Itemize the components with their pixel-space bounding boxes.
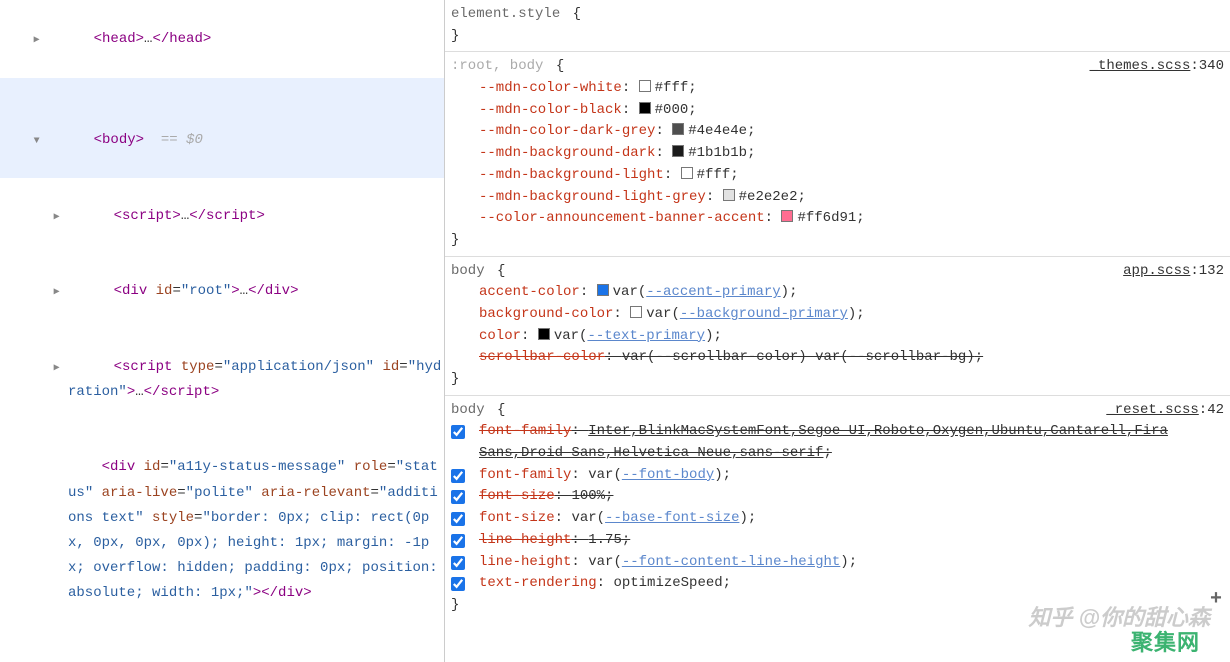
color-swatch-icon[interactable]: [681, 167, 693, 179]
css-declaration[interactable]: font-size: 100%;: [451, 486, 1224, 508]
dom-node-script-hydration[interactable]: ▶<script type="application/json" id="hyd…: [0, 329, 444, 430]
css-declaration[interactable]: --mdn-color-dark-grey: #4e4e4e;: [451, 121, 1224, 143]
color-swatch-icon[interactable]: [597, 284, 609, 296]
css-declaration[interactable]: accent-color: var(--accent-primary);: [451, 282, 1224, 304]
color-swatch-icon[interactable]: [781, 210, 793, 222]
selector[interactable]: body: [451, 402, 485, 418]
style-rule-app[interactable]: body { app.scss:132 accent-color: var(--…: [445, 257, 1230, 396]
css-declaration[interactable]: font-family: Inter,BlinkMacSystemFont,Se…: [451, 421, 1224, 464]
css-declaration[interactable]: font-size: var(--base-font-size);: [451, 508, 1224, 530]
expand-arrow-icon[interactable]: ▶: [82, 32, 94, 50]
selector[interactable]: element.style: [451, 6, 560, 22]
collapse-arrow-icon[interactable]: ▼: [82, 133, 94, 151]
source-link[interactable]: app.scss:132: [1123, 261, 1224, 283]
dom-node-body[interactable]: ⋯ ▼<body> == $0: [0, 78, 444, 179]
dom-node-script[interactable]: ▶<script>…</script>: [0, 178, 444, 254]
selector[interactable]: :root, body: [451, 58, 543, 74]
property-toggle-checkbox[interactable]: [451, 577, 465, 591]
style-rule-themes[interactable]: :root, body { _themes.scss:340 --mdn-col…: [445, 52, 1230, 256]
elements-panel[interactable]: ▶<head>…</head> ⋯ ▼<body> == $0 ▶<script…: [0, 0, 445, 662]
selector[interactable]: body: [451, 263, 485, 279]
add-rule-button[interactable]: +: [1210, 584, 1222, 615]
style-rule-element[interactable]: element.style { }: [445, 0, 1230, 52]
css-declaration[interactable]: text-rendering: optimizeSpeed;: [451, 573, 1224, 595]
color-swatch-icon[interactable]: [639, 102, 651, 114]
styles-panel[interactable]: element.style { } :root, body { _themes.…: [445, 0, 1230, 662]
property-toggle-checkbox[interactable]: [451, 512, 465, 526]
property-toggle-checkbox[interactable]: [451, 556, 465, 570]
source-link[interactable]: _themes.scss:340: [1090, 56, 1224, 78]
dom-node-div-a11y[interactable]: <div id="a11y-status-message" role="stat…: [0, 430, 444, 632]
css-declaration[interactable]: --color-announcement-banner-accent: #ff6…: [451, 208, 1224, 230]
css-declaration[interactable]: --mdn-background-light-grey: #e2e2e2;: [451, 187, 1224, 209]
color-swatch-icon[interactable]: [538, 328, 550, 340]
style-rule-reset[interactable]: body { _reset.scss:42 font-family: Inter…: [445, 396, 1230, 621]
css-declaration[interactable]: --mdn-background-dark: #1b1b1b;: [451, 143, 1224, 165]
expand-arrow-icon[interactable]: ▶: [102, 284, 114, 302]
color-swatch-icon[interactable]: [630, 306, 642, 318]
property-toggle-checkbox[interactable]: [451, 534, 465, 548]
css-declaration[interactable]: line-height: 1.75;: [451, 530, 1224, 552]
expand-arrow-icon[interactable]: ▶: [102, 209, 114, 227]
dom-node-head[interactable]: ▶<head>…</head>: [0, 2, 444, 78]
color-swatch-icon[interactable]: [639, 80, 651, 92]
css-declaration[interactable]: --mdn-color-white: #fff;: [451, 78, 1224, 100]
css-declaration[interactable]: line-height: var(--font-content-line-hei…: [451, 552, 1224, 574]
css-declaration[interactable]: color: var(--text-primary);: [451, 326, 1224, 348]
css-declaration[interactable]: scrollbar-color: var(--scrollbar-color) …: [451, 347, 1224, 369]
dom-node-body-close[interactable]: </body>: [0, 632, 444, 662]
expand-arrow-icon[interactable]: ▶: [102, 360, 114, 378]
css-declaration[interactable]: background-color: var(--background-prima…: [451, 304, 1224, 326]
css-declaration[interactable]: font-family: var(--font-body);: [451, 465, 1224, 487]
dom-node-div-root[interactable]: ▶<div id="root">…</div>: [0, 254, 444, 330]
css-declaration[interactable]: --mdn-color-black: #000;: [451, 100, 1224, 122]
watermark-logo: 聚集网: [1131, 625, 1200, 657]
color-swatch-icon[interactable]: [723, 189, 735, 201]
color-swatch-icon[interactable]: [672, 145, 684, 157]
property-toggle-checkbox[interactable]: [451, 425, 465, 439]
css-declaration[interactable]: --mdn-background-light: #fff;: [451, 165, 1224, 187]
source-link[interactable]: _reset.scss:42: [1106, 400, 1224, 422]
color-swatch-icon[interactable]: [672, 123, 684, 135]
property-toggle-checkbox[interactable]: [451, 490, 465, 504]
property-toggle-checkbox[interactable]: [451, 469, 465, 483]
